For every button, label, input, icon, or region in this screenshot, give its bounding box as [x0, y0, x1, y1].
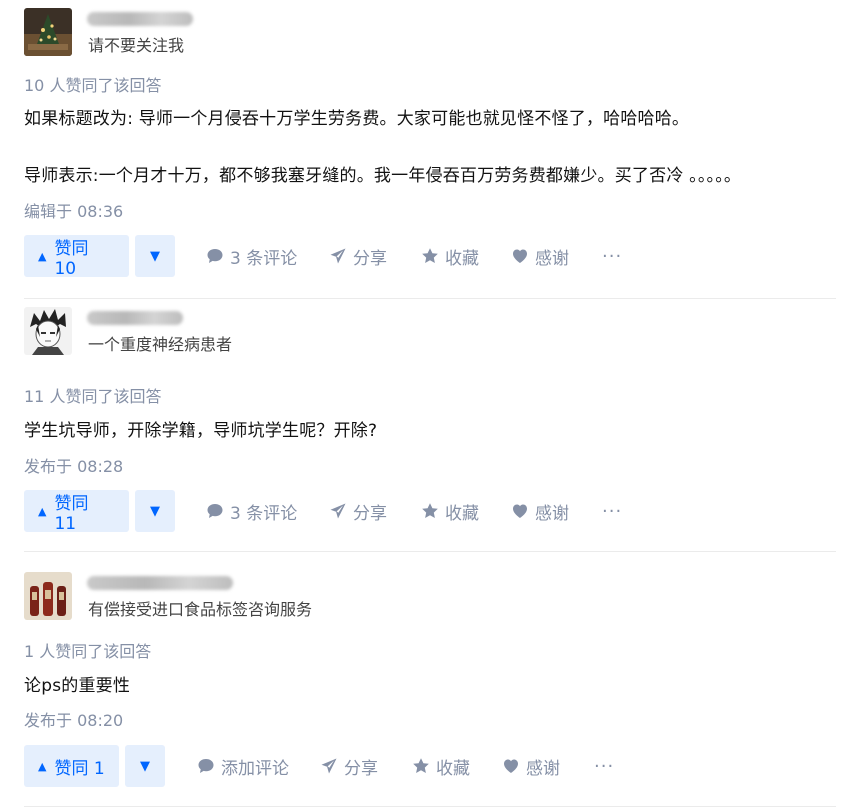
vote-down-button[interactable]: ▼	[125, 745, 165, 787]
thanks-button[interactable]: 感谢	[511, 235, 569, 277]
comment-label: 3 条评论	[230, 248, 298, 269]
comment-bubble-icon	[198, 759, 214, 773]
heart-icon	[504, 759, 518, 773]
favorite-button[interactable]: 收藏	[421, 490, 479, 532]
star-icon	[413, 758, 429, 773]
paper-plane-icon	[330, 248, 346, 264]
comment-bubble-icon	[207, 504, 223, 518]
vote-up-button[interactable]: ▲ 赞同 11	[24, 490, 129, 534]
avatar[interactable]	[24, 307, 72, 355]
paper-plane-icon	[321, 758, 337, 774]
heart-icon	[513, 249, 527, 263]
share-label: 分享	[353, 248, 387, 269]
favorite-button[interactable]: 收藏	[421, 235, 479, 277]
divider	[24, 806, 836, 807]
favorite-button[interactable]: 收藏	[412, 745, 470, 787]
voters-count[interactable]: 10 人赞同了该回答	[24, 72, 161, 96]
author-name-blurred[interactable]	[87, 12, 193, 26]
avatar[interactable]	[24, 8, 72, 56]
share-button[interactable]: 分享	[329, 490, 387, 532]
answer-content-line: 导师表示:一个月才十万，都不够我塞牙缝的。我一年侵吞百万劳务费都嫌少。买了否冷 …	[24, 166, 742, 186]
share-label: 分享	[353, 503, 387, 524]
more-dots-icon: ···	[602, 500, 623, 522]
comment-button[interactable]: 3 条评论	[206, 490, 297, 532]
more-button[interactable]: ···	[594, 745, 614, 787]
answer-time[interactable]: 发布于 08:20	[24, 707, 123, 731]
favorite-label: 收藏	[436, 758, 470, 779]
favorite-label: 收藏	[445, 248, 479, 269]
vote-up-label: 赞同 1	[54, 758, 105, 779]
answer-time[interactable]: 发布于 08:28	[24, 453, 123, 477]
comment-button[interactable]: 添加评论	[197, 745, 289, 787]
comment-bubble-icon	[207, 249, 223, 263]
voters-count[interactable]: 1 人赞同了该回答	[24, 638, 151, 662]
answer-content-line: 学生坑导师，开除学籍，导师坑学生呢？开除?	[24, 421, 378, 441]
vote-up-label: 赞同 11	[54, 493, 89, 534]
more-button[interactable]: ···	[602, 235, 622, 277]
answer-item: 一个重度神经病患者 11 人赞同了该回答 学生坑导师，开除学籍，导师坑学生呢？开…	[0, 299, 865, 551]
share-button[interactable]: 分享	[329, 235, 387, 277]
answer-item: 有偿接受进口食品标签咨询服务 1 人赞同了该回答 论ps的重要性 发布于 08:…	[0, 552, 865, 812]
thanks-label: 感谢	[535, 248, 569, 269]
triangle-up-icon: ▲	[38, 759, 47, 773]
vote-up-button[interactable]: ▲ 赞同 10	[24, 235, 129, 279]
author-bio: 请不要关注我	[88, 36, 185, 55]
paper-plane-icon	[330, 503, 346, 519]
favorite-label: 收藏	[445, 503, 479, 524]
star-icon	[422, 248, 438, 263]
comment-label: 3 条评论	[230, 503, 298, 524]
vote-up-label: 赞同 10	[54, 238, 89, 279]
more-button[interactable]: ···	[602, 490, 622, 532]
share-button[interactable]: 分享	[320, 745, 378, 787]
avatar[interactable]	[24, 572, 72, 620]
answer-content-line: 论ps的重要性	[24, 676, 131, 696]
answer-time[interactable]: 编辑于 08:36	[24, 198, 123, 222]
answer-content-line: 如果标题改为: 导师一个月侵吞十万学生劳务费。大家可能也就见怪不怪了，哈哈哈哈。	[24, 109, 690, 129]
author-bio: 一个重度神经病患者	[88, 335, 233, 354]
author-bio: 有偿接受进口食品标签咨询服务	[88, 600, 313, 619]
triangle-up-icon: ▲	[38, 504, 47, 518]
triangle-up-icon: ▲	[38, 249, 47, 263]
vote-down-button[interactable]: ▼	[135, 490, 175, 532]
thanks-label: 感谢	[526, 758, 560, 779]
more-dots-icon: ···	[602, 245, 623, 267]
vote-up-button[interactable]: ▲ 赞同 1	[24, 745, 119, 787]
author-name-blurred[interactable]	[87, 576, 233, 590]
thanks-label: 感谢	[535, 503, 569, 524]
triangle-down-icon: ▼	[140, 758, 150, 774]
voters-count[interactable]: 11 人赞同了该回答	[24, 383, 161, 407]
comment-label: 添加评论	[221, 758, 289, 779]
thanks-button[interactable]: 感谢	[511, 490, 569, 532]
vote-down-button[interactable]: ▼	[135, 235, 175, 277]
comment-button[interactable]: 3 条评论	[206, 235, 297, 277]
thanks-button[interactable]: 感谢	[502, 745, 560, 787]
heart-icon	[513, 504, 527, 518]
star-icon	[422, 503, 438, 518]
triangle-down-icon: ▼	[150, 503, 160, 519]
more-dots-icon: ···	[594, 755, 615, 777]
answer-item: 请不要关注我 10 人赞同了该回答 如果标题改为: 导师一个月侵吞十万学生劳务费…	[0, 0, 865, 298]
author-name-blurred[interactable]	[87, 311, 183, 325]
triangle-down-icon: ▼	[150, 248, 160, 264]
share-label: 分享	[344, 758, 378, 779]
